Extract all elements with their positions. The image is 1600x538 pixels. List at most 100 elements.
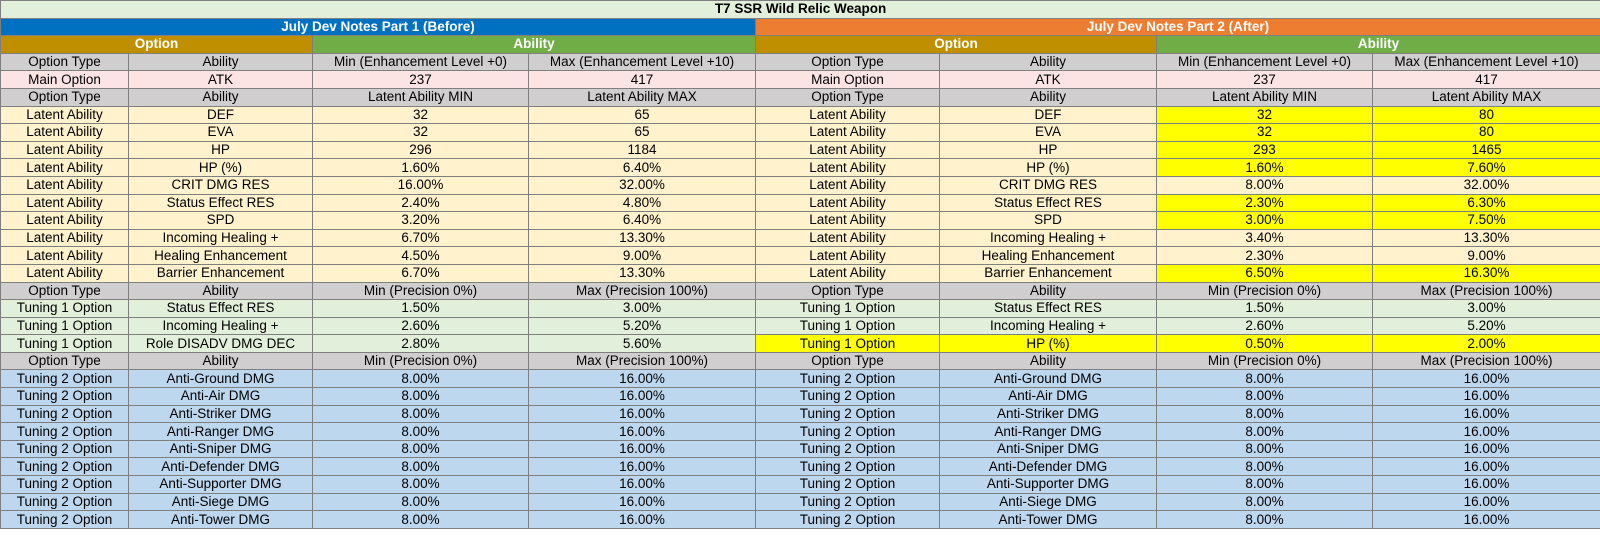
before-option-type-cell: Option Type (0, 52, 129, 72)
before-max-value-cell: 16.00% (528, 422, 756, 441)
before-max-value-cell: 4.80% (528, 193, 756, 213)
part-header-row: July Dev Notes Part 1 (Before) July Dev … (0, 17, 1600, 37)
before-option-type-cell: Latent Ability (0, 123, 129, 142)
before-min-value-cell: 8.00% (312, 439, 529, 459)
after-min-value-cell: Min (Enhancement Level +0) (1156, 52, 1373, 72)
before-option-type-cell: Latent Ability (0, 158, 129, 177)
after-max-value-cell: 16.00% (1371, 475, 1600, 494)
before-option-type-cell: Tuning 2 Option (0, 369, 129, 389)
before-option-type-cell: Tuning 1 Option (0, 334, 129, 353)
after-ability-cell: EVA (939, 123, 1157, 142)
before-min-value-cell: 3.20% (312, 211, 529, 230)
after-ability-cell: Status Effect RES (939, 299, 1157, 318)
before-ability-cell: Ability (128, 351, 313, 371)
before-ability-cell: Anti-Air DMG (128, 387, 313, 406)
title-row: T7 SSR Wild Relic Weapon (0, 0, 1600, 19)
before-max-value-cell: Max (Precision 100%) (528, 351, 756, 371)
table-row: Tuning 2 Option Anti-Ground DMG 8.00% 16.00… (0, 369, 1600, 389)
after-max-value-cell: 16.00% (1371, 369, 1600, 389)
after-max-value-cell: 16.30% (1371, 263, 1600, 283)
before-max-value-cell: 16.00% (528, 439, 756, 459)
after-min-value-cell: 237 (1156, 70, 1373, 89)
before-ability-cell: EVA (128, 123, 313, 142)
before-min-value-cell: 8.00% (312, 475, 529, 494)
table-row: Tuning 1 Option Role DISADV DMG DEC 2.80% 5… (0, 334, 1600, 353)
table-row: Latent Ability EVA 32 65 Latent Ability EVA 32… (0, 123, 1600, 142)
before-min-value-cell: Latent Ability MIN (312, 87, 529, 107)
before-ability-cell: Role DISADV DMG DEC (128, 334, 313, 353)
table-row: Latent Ability HP 296 1184 Latent Ability HP 2… (0, 140, 1600, 160)
table-row: Main Option ATK 237 417 Main Option ATK 237 417 (0, 70, 1600, 89)
after-ability-cell: Incoming Healing + (939, 316, 1157, 336)
after-option-type-cell: Latent Ability (755, 140, 940, 160)
after-min-value-cell: 32 (1156, 105, 1373, 125)
after-option-type-cell: Tuning 1 Option (755, 334, 940, 353)
after-max-value-cell: 32.00% (1371, 175, 1600, 195)
before-max-value-cell: 5.20% (528, 316, 756, 336)
before-option-type-cell: Latent Ability (0, 140, 129, 160)
after-max-value-cell: 2.00% (1371, 334, 1600, 353)
after-min-value-cell: 1.60% (1156, 158, 1373, 177)
after-option-type-cell: Latent Ability (755, 228, 940, 248)
table-row: Tuning 2 Option Anti-Defender DMG 8.00% 16.… (0, 457, 1600, 477)
before-min-value-cell: Min (Precision 0%) (312, 281, 529, 301)
before-min-value-cell: Min (Precision 0%) (312, 351, 529, 371)
after-ability-cell: HP (%) (939, 158, 1157, 177)
before-option-type-cell: Option Type (0, 351, 129, 371)
before-max-value-cell: 1184 (528, 140, 756, 160)
before-min-value-cell: 8.00% (312, 510, 529, 529)
before-min-value-cell: Min (Enhancement Level +0) (312, 52, 529, 72)
after-option-type-cell: Tuning 2 Option (755, 492, 940, 512)
after-option-type-cell: Tuning 2 Option (755, 422, 940, 441)
after-option-type-cell: Tuning 2 Option (755, 439, 940, 459)
before-section-header: July Dev Notes Part 1 (Before) (0, 17, 756, 37)
after-min-value-cell: 8.00% (1156, 475, 1373, 494)
after-ability-cell: ATK (939, 70, 1157, 89)
before-ability-cell: HP (128, 140, 313, 160)
after-ability-cell: Anti-Defender DMG (939, 457, 1157, 477)
group-header-row: Option Ability Option Ability (0, 35, 1600, 54)
after-max-value-cell: 16.00% (1371, 510, 1600, 529)
before-max-value-cell: 65 (528, 123, 756, 142)
before-ability-cell: SPD (128, 211, 313, 230)
before-min-value-cell: 8.00% (312, 369, 529, 389)
before-option-type-cell: Latent Ability (0, 105, 129, 125)
after-ability-cell: Ability (939, 52, 1157, 72)
after-ability-cell: Status Effect RES (939, 193, 1157, 213)
after-ability-cell: Anti-Ground DMG (939, 369, 1157, 389)
after-max-value-cell: 13.30% (1371, 228, 1600, 248)
after-min-value-cell: 8.00% (1156, 369, 1373, 389)
after-ability-cell: HP (%) (939, 334, 1157, 353)
before-ability-cell: Anti-Tower DMG (128, 510, 313, 529)
after-option-type-cell: Latent Ability (755, 158, 940, 177)
after-section-header: July Dev Notes Part 2 (After) (754, 17, 1600, 37)
after-min-value-cell: 2.60% (1156, 316, 1373, 336)
before-ability-cell: DEF (128, 105, 313, 125)
before-min-value-cell: 2.60% (312, 316, 529, 336)
table-row: Latent Ability Barrier Enhancement 6.70% 13… (0, 263, 1600, 283)
before-max-value-cell: 65 (528, 105, 756, 125)
before-max-value-cell: 13.30% (528, 228, 756, 248)
after-min-value-cell: 8.00% (1156, 175, 1373, 195)
before-min-value-cell: 8.00% (312, 492, 529, 512)
after-max-value-cell: 7.50% (1371, 211, 1600, 230)
before-max-value-cell: 32.00% (528, 175, 756, 195)
after-option-type-cell: Latent Ability (755, 246, 940, 265)
after-option-type-cell: Option Type (755, 351, 940, 371)
table-row: Tuning 2 Option Anti-Striker DMG 8.00% 16.0… (0, 404, 1600, 424)
before-max-value-cell: 16.00% (528, 369, 756, 389)
after-min-value-cell: 8.00% (1156, 422, 1373, 441)
after-max-value-cell: 16.00% (1371, 422, 1600, 441)
after-option-type-cell: Main Option (755, 70, 940, 89)
before-ability-header: Ability (312, 35, 756, 54)
before-option-type-cell: Option Type (0, 87, 129, 107)
before-ability-cell: Anti-Ground DMG (128, 369, 313, 389)
before-option-type-cell: Main Option (0, 70, 129, 89)
before-min-value-cell: 8.00% (312, 404, 529, 424)
after-max-value-cell: 3.00% (1371, 299, 1600, 318)
table-row: Latent Ability Healing Enhancement 4.50% 9.… (0, 246, 1600, 265)
after-ability-cell: Barrier Enhancement (939, 263, 1157, 283)
before-min-value-cell: 32 (312, 123, 529, 142)
before-ability-cell: HP (%) (128, 158, 313, 177)
before-option-type-cell: Tuning 1 Option (0, 299, 129, 318)
